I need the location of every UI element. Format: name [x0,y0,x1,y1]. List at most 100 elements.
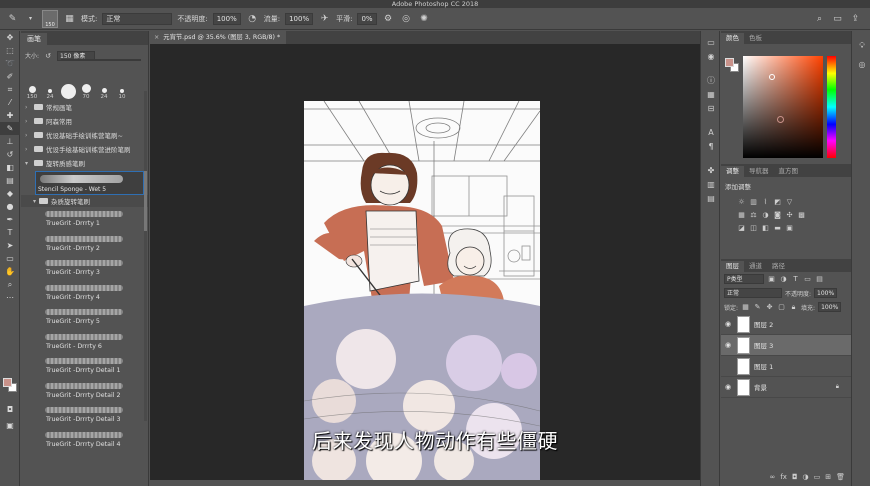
selective-color-icon[interactable]: ▣ [785,223,794,232]
tab-channels[interactable]: 通道 [744,261,767,272]
crop-tool-icon[interactable]: ⌗ [0,83,20,96]
tab-brushes[interactable]: 画笔 [21,33,47,45]
sub-folder[interactable]: ▾ 杂质旋转笔刷 [21,195,148,207]
brush-preset-picker[interactable]: 150 [42,9,58,28]
vibrance-icon[interactable]: ▽ [785,197,794,206]
tab-adjustments[interactable]: 调整 [721,166,744,177]
new-adjustment-icon[interactable]: ◑ [803,473,809,481]
threshold-icon[interactable]: ◧ [761,223,770,232]
quick-select-tool-icon[interactable]: ✐ [0,70,20,83]
color-spectrum[interactable] [743,56,823,158]
black-white-icon[interactable]: ◑ [761,210,770,219]
canvas-area[interactable] [150,44,700,480]
new-layer-icon[interactable]: ⊞ [825,473,831,481]
brush-folder[interactable]: › 优设手绘基础训练营进阶笔刷 [21,142,148,156]
brush-preset[interactable]: 150 [25,86,39,100]
brush-settings-icon[interactable]: ▦ [701,87,721,101]
history-icon[interactable]: ▭ [701,35,721,49]
history-brush-tool-icon[interactable]: ↺ [0,148,20,161]
fill-input[interactable]: 100% [818,302,842,312]
brush-item[interactable]: TrueGrit -Drrrty Detail 2 [45,379,148,404]
lock-pixels-icon[interactable]: ▦ [741,303,750,312]
chevron-right-icon[interactable]: › [25,132,31,139]
gradient-map-icon[interactable]: ▬ [773,223,782,232]
tab-swatches[interactable]: 色板 [744,33,767,44]
stamp-tool-icon[interactable]: ⊥ [0,135,20,148]
filter-type-icon[interactable]: T [791,275,800,284]
move-tool-icon[interactable]: ✥ [0,31,20,44]
lasso-tool-icon[interactable]: ➰ [0,57,20,70]
layer-row[interactable]: ◉ 图层 2 [721,314,851,335]
search-icon[interactable]: ⌕ [813,12,826,25]
lock-all-icon[interactable]: 🔒︎ [789,303,798,312]
chevron-right-icon[interactable]: › [25,104,31,111]
close-icon[interactable]: × [154,34,159,41]
pen-tool-icon[interactable]: ✒ [0,213,20,226]
color-lookup-icon[interactable]: ▩ [797,210,806,219]
levels-icon[interactable]: ▥ [749,197,758,206]
brushes-scrollbar[interactable] [144,91,147,421]
mode-select[interactable]: 正常 [102,12,173,25]
hue-saturation-icon[interactable]: ▦ [737,210,746,219]
brush-item[interactable]: TrueGrit -Drrrty 4 [45,281,148,306]
brush-item[interactable]: TrueGrit -Drrrty 3 [45,256,148,281]
more-tools-icon[interactable]: ⋯ [0,291,20,304]
filter-pixel-icon[interactable]: ▣ [767,275,776,284]
invert-icon[interactable]: ◪ [737,223,746,232]
blur-tool-icon[interactable]: ◆ [0,187,20,200]
tab-color[interactable]: 颜色 [721,33,744,44]
lock-artboard-icon[interactable]: ▢ [777,303,786,312]
libraries-cloud-icon[interactable]: ◎ [852,57,870,71]
properties-icon[interactable]: ▤ [701,191,721,205]
blend-mode-select[interactable]: 正常 [724,288,782,298]
link-layers-icon[interactable]: ∞ [770,473,776,481]
chevron-down-icon[interactable]: ▾ [24,12,37,25]
eye-icon[interactable]: ◉ [725,383,733,391]
symmetry-icon[interactable]: ✺ [418,12,431,25]
dodge-tool-icon[interactable]: ● [0,200,20,213]
reset-icon[interactable]: ↺ [43,49,53,62]
artwork-canvas[interactable] [304,101,540,480]
gradient-tool-icon[interactable]: ▤ [0,174,20,187]
color-sampler-icon[interactable]: ◉ [701,49,721,63]
zoom-tool-icon[interactable]: ⌕ [0,278,20,291]
eraser-tool-icon[interactable]: ◧ [0,161,20,174]
scroll-thumb[interactable] [144,171,147,231]
smoothing-input[interactable]: 0% [357,12,377,25]
foreground-color-swatch[interactable] [3,378,12,387]
filter-smart-icon[interactable]: ▤ [815,275,824,284]
tab-histogram[interactable]: 直方图 [774,166,804,177]
curves-icon[interactable]: ⌇ [761,197,770,206]
eyedropper-tool-icon[interactable]: ⁄ [0,96,20,109]
eye-icon[interactable]: ◉ [725,320,733,328]
photo-filter-icon[interactable]: ◙ [773,210,782,219]
color-sample-marker[interactable] [777,116,784,123]
brush-item[interactable]: TrueGrit -Drrrty 5 [45,305,148,330]
document-tab[interactable]: × 元宵节.psd @ 35.6% (图层 3, RGB/8) * [150,31,287,44]
opacity-input[interactable]: 100% [212,12,241,25]
brush-item[interactable]: TrueGrit -Drrrty Detail 1 [45,354,148,379]
pressure-opacity-icon[interactable]: ◔ [246,12,259,25]
fx-icon[interactable]: fx [780,473,787,481]
brush-preset[interactable]: 10 [115,89,129,100]
marquee-tool-icon[interactable]: ⬚ [0,44,20,57]
layer-row[interactable]: ◉ 图层 3 [721,335,851,356]
size-slider[interactable] [61,59,141,61]
info-icon[interactable]: ⓘ [701,73,721,87]
chevron-down-icon[interactable]: ▾ [25,160,31,167]
character-icon[interactable]: A [701,125,721,139]
lock-icon[interactable]: 🔒︎ [836,383,839,391]
color-balance-icon[interactable]: ⚖ [749,210,758,219]
path-select-tool-icon[interactable]: ➤ [0,239,20,252]
layer-row[interactable]: ◉ 背景 🔒︎ [721,377,851,398]
airbrush-icon[interactable]: ✈ [318,12,331,25]
filter-adjust-icon[interactable]: ◑ [779,275,788,284]
foreground-color-swatch[interactable] [725,58,734,67]
brush-folder[interactable]: ▾ 旋转质感笔刷 [21,156,148,170]
layer-opacity-input[interactable]: 100% [814,288,838,298]
brush-item[interactable]: TrueGrit -Drrrty 1 [45,207,148,232]
brush-item[interactable]: TrueGrit -Drrrty 2 [45,232,148,257]
libraries-icon[interactable]: ▥ [701,177,721,191]
eye-icon[interactable]: ◉ [725,341,733,349]
workspace-icon[interactable]: ▭ [831,12,844,25]
